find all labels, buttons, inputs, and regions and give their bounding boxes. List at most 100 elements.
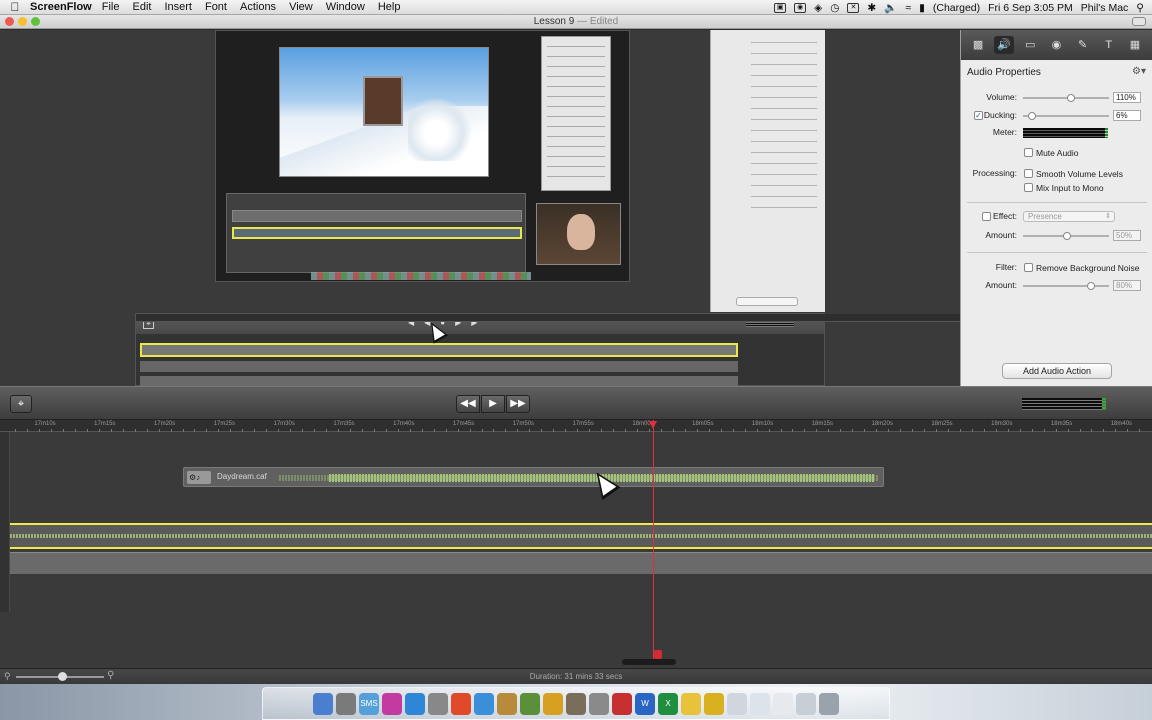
clock-icon[interactable]: ◷ <box>830 2 839 14</box>
clock-text[interactable]: Fri 6 Sep 3:05 PM <box>988 2 1073 14</box>
dock-app-icon[interactable] <box>773 692 793 715</box>
menu-app-name[interactable]: ScreenFlow <box>30 1 92 13</box>
ducking-value[interactable]: 6% <box>1113 110 1141 121</box>
ducking-checkbox[interactable]: ✓ <box>974 111 983 120</box>
dock-app-icon[interactable] <box>750 692 770 715</box>
filter-amount-knob[interactable] <box>1087 282 1095 290</box>
mix-to-mono-checkbox[interactable] <box>1024 183 1033 192</box>
apple-menu-icon[interactable]:  <box>0 0 30 14</box>
dock-app-icon[interactable] <box>819 692 839 715</box>
user-name[interactable]: Phil's Mac <box>1081 2 1129 14</box>
dock-app-icon[interactable] <box>497 692 517 715</box>
ruler-tick-mark <box>565 429 567 432</box>
dock-app-icon[interactable] <box>589 692 609 715</box>
screen-recording-tab-icon[interactable]: ▭ <box>1020 36 1040 54</box>
media-library-tab-icon[interactable]: ▦ <box>1125 36 1145 54</box>
status-menus: ▣ ◉ ◈ ◷ ✕ ✱ 🔈 ≈ ▮ (Charged) Fri 6 Sep 3:… <box>774 0 1144 15</box>
effect-amount-value[interactable]: 50% <box>1113 230 1141 241</box>
menu-insert[interactable]: Insert <box>164 1 192 13</box>
dock-app-icon[interactable] <box>428 692 448 715</box>
callout-tab-icon[interactable]: ◉ <box>1046 36 1066 54</box>
voice-clip-selected[interactable] <box>10 523 1152 549</box>
add-audio-action-button[interactable]: Add Audio Action <box>1002 363 1112 379</box>
screen-record-icon[interactable]: ▣ <box>774 2 787 13</box>
battery-icon[interactable]: ▮ <box>919 2 925 14</box>
timeline-scrollbar[interactable] <box>622 659 676 665</box>
battery-status[interactable]: (Charged) <box>933 2 980 14</box>
play-button[interactable]: ▶ <box>481 395 505 413</box>
camera-icon[interactable]: ◉ <box>794 2 807 13</box>
crop-icon[interactable]: ⌖ <box>10 395 32 413</box>
menu-actions[interactable]: Actions <box>240 1 276 13</box>
annotation-tab-icon[interactable]: ✎ <box>1073 36 1093 54</box>
dock-app-icon[interactable] <box>612 692 632 715</box>
dock-app-icon[interactable] <box>405 692 425 715</box>
effect-select[interactable]: Presence ⇕ <box>1023 211 1115 222</box>
dock-app-icon[interactable] <box>796 692 816 715</box>
menu-edit[interactable]: Edit <box>132 1 151 13</box>
playhead-handle[interactable] <box>654 650 662 659</box>
ruler-tick-mark <box>924 429 925 432</box>
dock-app-icon[interactable]: SMS <box>359 692 379 715</box>
ruler-tick-mark <box>457 429 459 432</box>
volume-value[interactable]: 110% <box>1113 92 1141 103</box>
wifi-icon[interactable]: ≈ <box>905 2 911 14</box>
fast-forward-button[interactable]: ▶▶ <box>506 395 530 413</box>
ruler-tick-mark <box>912 429 913 432</box>
dock-app-icon[interactable] <box>704 692 724 715</box>
dock-app-icon[interactable]: W <box>635 692 655 715</box>
volume-slider[interactable] <box>1023 94 1109 102</box>
video-clip[interactable] <box>10 552 1152 574</box>
effect-amount-knob[interactable] <box>1063 232 1071 240</box>
bluetooth-icon[interactable]: ✱ <box>867 2 876 14</box>
playhead-line[interactable] <box>653 420 654 662</box>
dock-app-icon[interactable] <box>566 692 586 715</box>
filter-amount-slider[interactable] <box>1023 282 1109 290</box>
menu-view[interactable]: View <box>289 1 313 13</box>
timeline-ruler[interactable]: 17m10s 17m15s 17m20s 17m25s 17m30s 17m35s 17m4… <box>0 420 1152 432</box>
volume-icon[interactable]: 🔈 <box>884 1 897 14</box>
video-preview[interactable] <box>215 30 630 282</box>
minimize-window-button[interactable] <box>18 17 27 26</box>
menu-help[interactable]: Help <box>378 1 401 13</box>
dock-app-icon[interactable] <box>727 692 747 715</box>
dock-app-icon[interactable] <box>451 692 471 715</box>
ruler-tick-mark <box>971 429 973 432</box>
dropbox-icon[interactable]: ◈ <box>814 2 822 14</box>
text-tab-icon[interactable]: T <box>1099 36 1119 54</box>
dock-app-icon[interactable]: X <box>658 692 678 715</box>
rewind-button[interactable]: ◀◀ <box>456 395 480 413</box>
gear-icon[interactable]: ⚙▾ <box>1132 66 1146 77</box>
dock-app-icon[interactable] <box>313 692 333 715</box>
video-tab-icon[interactable]: ▩ <box>968 36 988 54</box>
dock-app-icon[interactable] <box>382 692 402 715</box>
spotlight-icon[interactable]: ⚲ <box>1136 2 1144 14</box>
timeline[interactable]: 17m10s 17m15s 17m20s 17m25s 17m30s 17m35s 17m4… <box>0 420 1152 668</box>
close-box-icon[interactable]: ✕ <box>847 2 860 13</box>
effect-amount-slider[interactable] <box>1023 232 1109 240</box>
close-window-button[interactable] <box>5 17 14 26</box>
ruler-tick-label: 17m50s <box>512 421 535 427</box>
dock-app-icon[interactable] <box>681 692 701 715</box>
mute-audio-checkbox[interactable] <box>1024 148 1033 157</box>
toolbar-toggle-button[interactable] <box>1132 17 1146 26</box>
music-clip[interactable]: ⚙♪ Daydream.caf <box>183 467 884 487</box>
ruler-tick-mark <box>995 429 997 432</box>
ruler-tick-mark <box>553 429 555 432</box>
filter-amount-value[interactable]: 80% <box>1113 280 1141 291</box>
menu-file[interactable]: File <box>102 1 120 13</box>
menu-font[interactable]: Font <box>205 1 227 13</box>
dock-app-icon[interactable] <box>336 692 356 715</box>
ducking-slider-knob[interactable] <box>1027 112 1036 120</box>
ducking-slider[interactable] <box>1023 112 1109 120</box>
volume-slider-knob[interactable] <box>1067 94 1075 102</box>
smooth-volume-checkbox[interactable] <box>1024 169 1033 178</box>
zoom-window-button[interactable] <box>31 17 40 26</box>
audio-tab-icon[interactable]: 🔊 <box>994 36 1015 54</box>
menu-window[interactable]: Window <box>326 1 365 13</box>
effect-checkbox[interactable] <box>982 212 991 221</box>
dock-app-icon[interactable] <box>543 692 563 715</box>
dock-app-icon[interactable] <box>474 692 494 715</box>
remove-noise-checkbox[interactable] <box>1024 263 1033 272</box>
dock-app-icon[interactable] <box>520 692 540 715</box>
